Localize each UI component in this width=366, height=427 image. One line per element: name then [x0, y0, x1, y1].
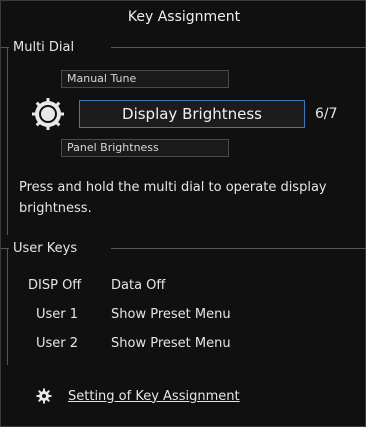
user-key-action: Data Off	[111, 278, 166, 293]
divider	[111, 248, 366, 249]
user-key-label: User 1	[36, 307, 79, 322]
previous-dial-item: Manual Tune	[61, 70, 229, 88]
user-key-label: User 2	[36, 336, 79, 351]
multi-dial-section-header: Multi Dial	[1, 38, 366, 58]
user-keys-heading: User Keys	[9, 239, 82, 259]
setting-of-key-assignment-link[interactable]: Setting of Key Assignment	[36, 385, 240, 407]
user-keys-section-header: User Keys	[1, 239, 366, 259]
multi-dial-description: Press and hold the multi dial to operate…	[19, 180, 327, 216]
multi-dial-heading: Multi Dial	[9, 38, 79, 58]
next-dial-item: Panel Brightness	[61, 139, 229, 157]
setting-link-label[interactable]: Setting of Key Assignment	[68, 389, 240, 404]
display-brightness-button[interactable]: Display Brightness	[79, 100, 305, 128]
user-key-row: DISP Off Data Off	[1, 276, 366, 296]
gear-icon	[36, 388, 52, 404]
dial-position-indicator: 6/7	[315, 106, 338, 122]
user-key-label: DISP Off	[28, 278, 82, 293]
user-key-row: User 2 Show Preset Menu	[1, 334, 366, 354]
section-left-rule	[7, 47, 8, 235]
user-key-row: User 1 Show Preset Menu	[1, 305, 366, 325]
key-assignment-panel: Key Assignment Multi Dial Manual Tune Di…	[0, 0, 366, 427]
user-key-action: Show Preset Menu	[111, 336, 231, 351]
user-key-action: Show Preset Menu	[111, 307, 231, 322]
multi-dial-icon	[32, 98, 64, 130]
divider	[111, 47, 366, 48]
panel-title: Key Assignment	[127, 9, 241, 25]
